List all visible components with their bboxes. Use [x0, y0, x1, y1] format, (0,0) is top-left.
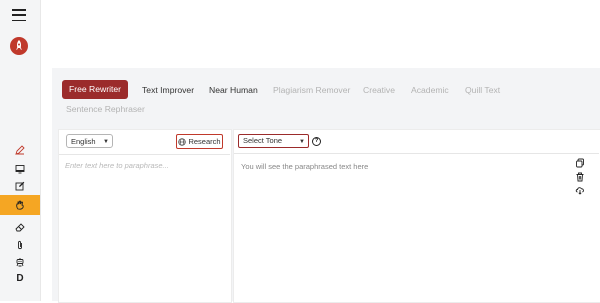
tab-quill-text[interactable]: Quill Text: [465, 85, 500, 95]
rocket-logo-icon[interactable]: [10, 37, 28, 55]
trash-icon[interactable]: [575, 172, 585, 182]
research-button[interactable]: Research: [176, 134, 223, 149]
chevron-down-icon: ▼: [103, 139, 109, 145]
paraphrase-input[interactable]: Enter text here to paraphrase...: [65, 161, 169, 170]
language-select-value: English: [71, 137, 96, 146]
tab-sentence-rephraser[interactable]: Sentence Rephraser: [66, 104, 145, 114]
sidebar-item-pencil[interactable]: [0, 140, 40, 159]
language-select[interactable]: English ▼: [66, 134, 113, 148]
tab-academic[interactable]: Academic: [411, 85, 449, 95]
monitor-icon: [15, 164, 25, 173]
tone-select-value: Select Tone: [243, 136, 283, 145]
sidebar-item-edit[interactable]: [0, 176, 40, 195]
help-icon[interactable]: ?: [312, 137, 321, 146]
eraser-icon: [15, 222, 25, 231]
edit-icon: [15, 181, 25, 190]
cloud-download-icon[interactable]: [575, 185, 585, 195]
copy-icon[interactable]: [575, 158, 585, 168]
sidebar-item-hand[interactable]: [0, 195, 40, 215]
output-panel: [233, 129, 600, 303]
sidebar-item-d[interactable]: D: [0, 269, 40, 288]
output-divider: [234, 153, 599, 154]
sidebar: D: [0, 0, 41, 301]
tab-text-improver[interactable]: Text Improver: [142, 85, 194, 95]
tone-select[interactable]: Select Tone ▼: [238, 134, 309, 148]
input-panel: [58, 129, 232, 303]
tab-near-human[interactable]: Near Human: [209, 85, 258, 95]
sidebar-item-eraser[interactable]: [0, 217, 40, 236]
tab-creative[interactable]: Creative: [363, 85, 395, 95]
pencil-icon: [15, 144, 25, 155]
paraphrase-output: You will see the paraphrased text here: [241, 162, 369, 171]
globe-icon: [178, 137, 187, 146]
hand-icon: [16, 200, 24, 210]
tab-free-rewriter[interactable]: Free Rewriter: [62, 80, 128, 99]
paperclip-icon: [18, 240, 22, 249]
d-letter-icon: D: [16, 273, 24, 284]
research-button-label: Research: [188, 137, 221, 146]
input-divider: [59, 154, 230, 155]
tab-plagiarism-remover[interactable]: Plagiarism Remover: [273, 85, 350, 95]
hamburger-menu-icon[interactable]: [12, 9, 26, 22]
robot-icon: [16, 257, 24, 266]
chevron-down-icon: ▼: [299, 139, 305, 145]
